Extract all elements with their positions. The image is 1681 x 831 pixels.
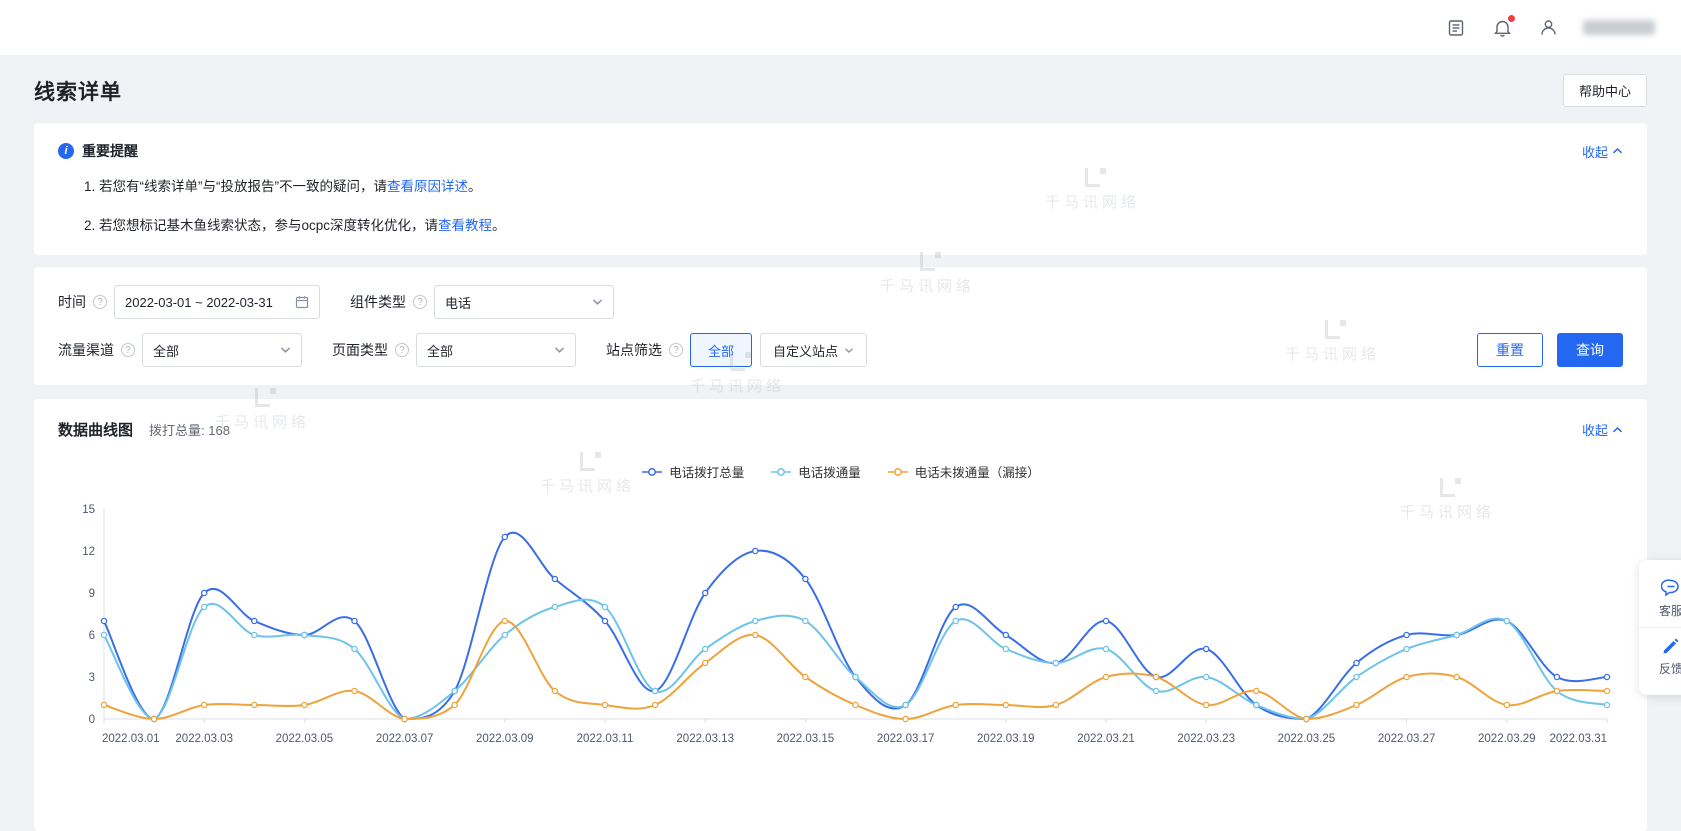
page-type-select[interactable]: 全部 — [416, 333, 576, 367]
chart-legend: 电话拨打总量 电话拨通量 电话未拨通量（漏接） — [58, 462, 1623, 481]
user-icon[interactable] — [1537, 17, 1559, 39]
svg-text:2022.03.07: 2022.03.07 — [376, 733, 434, 745]
svg-text:2022.03.09: 2022.03.09 — [476, 733, 534, 745]
svg-text:6: 6 — [89, 630, 95, 642]
chevron-down-icon — [280, 346, 291, 354]
svg-text:12: 12 — [82, 546, 95, 558]
help-question-icon[interactable]: ? — [413, 295, 427, 309]
filter-page-type: 页面类型 ? 全部 — [332, 333, 576, 367]
legend-marker-icon — [641, 467, 663, 477]
svg-text:2022.03.03: 2022.03.03 — [175, 733, 233, 745]
view-reason-link[interactable]: 查看原因详述 — [387, 179, 468, 194]
filter-traffic-channel: 流量渠道 ? 全部 — [58, 333, 302, 367]
site-all-button[interactable]: 全部 — [690, 333, 752, 367]
calendar-icon — [295, 295, 309, 309]
chart-title: 数据曲线图 — [58, 419, 133, 440]
svg-text:15: 15 — [82, 504, 95, 516]
chevron-down-icon — [592, 298, 603, 306]
legend-item-1[interactable]: 电话拨通量 — [770, 462, 861, 481]
svg-text:3: 3 — [89, 672, 95, 684]
svg-text:0: 0 — [89, 714, 95, 726]
customer-service-label: 客服 — [1659, 602, 1681, 619]
feedback-button[interactable]: 反馈 — [1639, 627, 1681, 685]
bell-icon[interactable] — [1491, 17, 1513, 39]
chat-bubble-icon — [1661, 578, 1681, 598]
svg-text:2022.03.21: 2022.03.21 — [1077, 733, 1135, 745]
page-type-label: 页面类型 — [332, 340, 388, 360]
legend-item-0[interactable]: 电话拨打总量 — [641, 462, 744, 481]
notice-line-1: 1. 若您有“线索详单”与“投放报告”不一致的疑问，请查看原因详述。 — [84, 174, 1623, 200]
chevron-down-icon — [844, 347, 854, 354]
svg-text:2022.03.11: 2022.03.11 — [577, 733, 634, 745]
help-question-icon[interactable]: ? — [121, 343, 135, 357]
feedback-label: 反馈 — [1659, 660, 1681, 677]
chart-panel: 数据曲线图 拨打总量: 168 收起 电话拨打总量 电话拨通量 电话未拨通量（漏接）… — [34, 399, 1647, 831]
help-center-button[interactable]: 帮助中心 — [1563, 74, 1647, 107]
svg-text:2022.03.29: 2022.03.29 — [1478, 733, 1536, 745]
pencil-icon — [1661, 636, 1681, 656]
line-chart[interactable]: 0 3 6 9 12 15 2022.03.01 2022.03.03 2022.03.05 20… — [58, 481, 1623, 749]
notice-collapse-link[interactable]: 收起 — [1582, 142, 1623, 161]
date-range-input[interactable]: 2022-03-01 ~ 2022-03-31 — [114, 285, 320, 319]
svg-text:2022.03.23: 2022.03.23 — [1177, 733, 1235, 745]
legend-item-2[interactable]: 电话未拨通量（漏接） — [887, 462, 1040, 481]
site-filter-label: 站点筛选 — [606, 340, 662, 360]
chart-collapse-link[interactable]: 收起 — [1582, 420, 1623, 439]
notice-line-2: 2. 若您想标记基木鱼线索状态，参与ocpc深度转化优化，请查看教程。 — [84, 213, 1623, 239]
svg-text:2022.03.13: 2022.03.13 — [676, 733, 734, 745]
component-type-select[interactable]: 电话 — [434, 285, 614, 319]
time-label: 时间 — [58, 292, 86, 312]
chart-collapse-label: 收起 — [1582, 420, 1608, 439]
filter-time: 时间 ? 2022-03-01 ~ 2022-03-31 — [58, 285, 320, 319]
info-icon: i — [58, 143, 74, 159]
legend-marker-icon — [887, 467, 909, 477]
notice-panel: i 重要提醒 收起 1. 若您有“线索详单”与“投放报告”不一致的疑问，请查看原… — [34, 123, 1647, 255]
svg-text:2022.03.15: 2022.03.15 — [777, 733, 835, 745]
chart-total-calls: 拨打总量: 168 — [149, 420, 230, 439]
floating-tools-panel: 客服 反馈 — [1639, 560, 1681, 695]
notification-dot — [1508, 15, 1515, 22]
legend-marker-icon — [770, 467, 792, 477]
svg-text:2022.03.01: 2022.03.01 — [102, 733, 160, 745]
site-custom-button[interactable]: 自定义站点 — [760, 333, 867, 367]
svg-text:2022.03.27: 2022.03.27 — [1378, 733, 1436, 745]
help-question-icon[interactable]: ? — [93, 295, 107, 309]
chevron-up-icon — [1612, 426, 1623, 434]
filter-site: 站点筛选 ? 全部 自定义站点 — [606, 333, 867, 367]
svg-text:2022.03.25: 2022.03.25 — [1278, 733, 1336, 745]
help-question-icon[interactable]: ? — [669, 343, 683, 357]
chevron-down-icon — [554, 346, 565, 354]
chevron-up-icon — [1612, 147, 1623, 155]
svg-text:2022.03.17: 2022.03.17 — [877, 733, 935, 745]
customer-service-button[interactable]: 客服 — [1639, 570, 1681, 627]
filter-panel: 时间 ? 2022-03-01 ~ 2022-03-31 组件类型 ? 电话 — [34, 267, 1647, 385]
username-redacted[interactable] — [1583, 20, 1655, 35]
reset-button[interactable]: 重置 — [1477, 333, 1543, 367]
notice-collapse-label: 收起 — [1582, 142, 1608, 161]
svg-text:2022.03.05: 2022.03.05 — [276, 733, 334, 745]
filter-component-type: 组件类型 ? 电话 — [350, 285, 614, 319]
component-type-label: 组件类型 — [350, 292, 406, 312]
help-question-icon[interactable]: ? — [395, 343, 409, 357]
page-title: 线索详单 — [34, 76, 122, 106]
query-button[interactable]: 查询 — [1557, 333, 1623, 367]
traffic-channel-select[interactable]: 全部 — [142, 333, 302, 367]
svg-text:2022.03.31: 2022.03.31 — [1549, 733, 1607, 745]
traffic-channel-label: 流量渠道 — [58, 340, 114, 360]
svg-text:2022.03.19: 2022.03.19 — [977, 733, 1035, 745]
view-tutorial-link[interactable]: 查看教程 — [438, 218, 492, 233]
top-header — [0, 0, 1681, 56]
orders-icon[interactable] — [1445, 17, 1467, 39]
notice-title: 重要提醒 — [82, 141, 138, 161]
svg-text:9: 9 — [89, 588, 95, 600]
